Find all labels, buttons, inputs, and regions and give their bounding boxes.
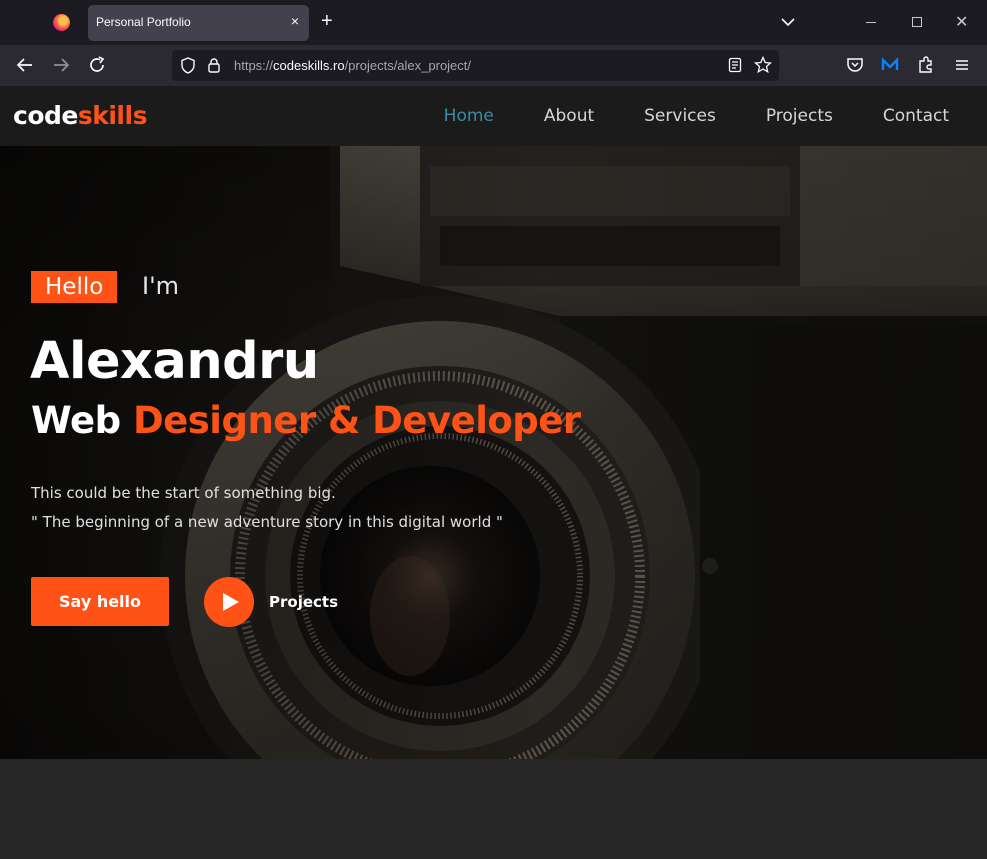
lock-icon[interactable] [207,57,221,73]
main-nav: Home About Services Projects Contact [444,106,949,126]
im-label: I'm [142,272,180,300]
firefox-icon [53,14,70,31]
role-prefix: Web [31,399,133,442]
logo-main: code [13,101,78,130]
web-page: codeskills Home About Services Projects … [0,86,987,859]
site-header: codeskills Home About Services Projects … [0,86,987,146]
browser-tab[interactable]: Personal Portfolio × [88,5,309,41]
pocket-icon[interactable] [845,55,865,75]
nav-services[interactable]: Services [644,106,716,126]
minimize-icon[interactable] [866,22,876,23]
reader-view-icon[interactable] [728,57,742,73]
projects-link[interactable]: Projects [269,593,338,611]
hero-tagline: This could be the start of something big… [31,484,336,502]
hero-section: Hello I'm Alexandru Web Designer & Devel… [0,146,987,759]
url-path: /projects/alex_project/ [344,58,472,73]
hero-quote: " The beginning of a new adventure story… [31,513,503,531]
logo-accent: skills [77,101,148,130]
url-text[interactable]: https://codeskills.ro/projects/alex_proj… [234,58,471,73]
menu-hamburger-icon[interactable] [952,55,972,75]
nav-home[interactable]: Home [444,106,494,126]
back-icon[interactable] [15,55,35,75]
play-icon[interactable] [204,577,254,627]
window-close-icon[interactable]: ✕ [955,12,968,32]
shield-icon[interactable] [180,57,196,74]
browser-titlebar: Personal Portfolio × + ✕ [0,0,987,45]
role-accent: Designer & Developer [132,399,581,442]
forward-icon[interactable] [51,55,71,75]
url-prefix: https:// [234,58,274,73]
reload-icon[interactable] [87,55,107,75]
nav-contact[interactable]: Contact [883,106,949,126]
hero-overlay [0,146,987,759]
chevron-down-icon[interactable] [780,14,796,30]
tab-title: Personal Portfolio [96,15,191,29]
nav-about[interactable]: About [544,106,594,126]
extensions-puzzle-icon[interactable] [916,55,936,75]
say-hello-button[interactable]: Say hello [31,577,169,626]
extension-m-icon[interactable] [880,55,900,75]
hero-role: Web Designer & Developer [31,399,581,442]
browser-navbar: https://codeskills.ro/projects/alex_proj… [0,45,987,86]
address-bar[interactable]: https://codeskills.ro/projects/alex_proj… [172,50,779,81]
maximize-icon[interactable] [912,17,922,27]
tab-close-icon[interactable]: × [291,13,299,29]
site-logo[interactable]: codeskills [13,101,147,130]
bookmark-star-icon[interactable] [754,56,772,74]
url-host: codeskills.ro [273,58,345,73]
hello-badge: Hello [31,271,118,303]
hero-name: Alexandru [30,332,319,391]
nav-projects[interactable]: Projects [766,106,833,126]
new-tab-button[interactable]: + [321,11,333,31]
